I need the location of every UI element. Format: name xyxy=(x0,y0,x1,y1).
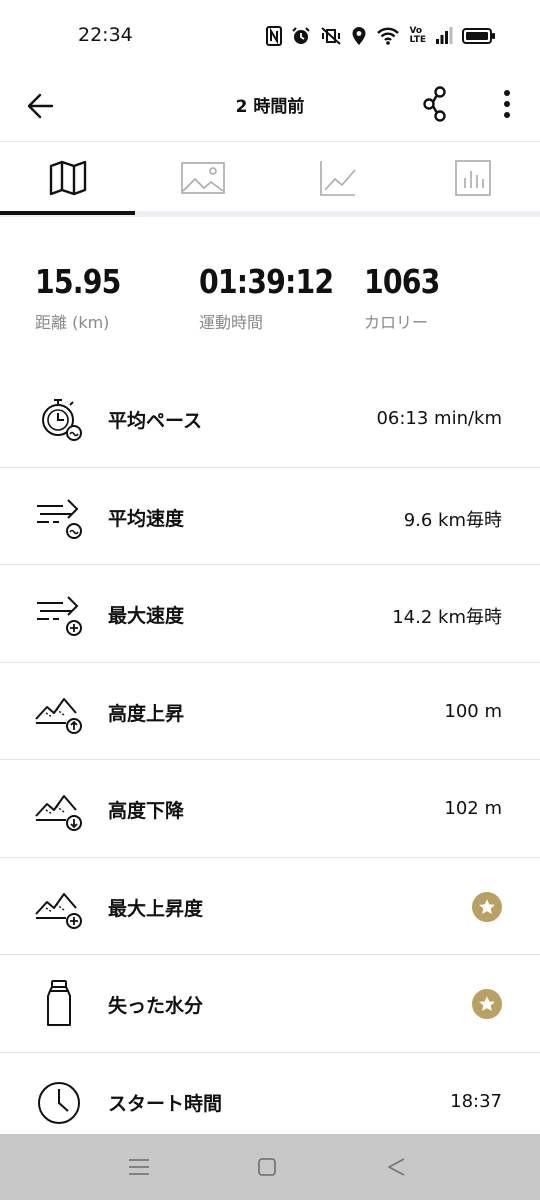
wifi-icon xyxy=(376,26,400,46)
menu-icon xyxy=(129,1159,149,1175)
page-title: 2 時間前 xyxy=(235,97,305,117)
map-icon xyxy=(49,160,86,196)
metric-label: 失った水分 xyxy=(108,995,204,1017)
battery-icon xyxy=(462,27,496,45)
signal-icon xyxy=(435,27,453,45)
share-icon xyxy=(423,86,446,122)
volte-icon: Vo LTE xyxy=(409,27,426,45)
status-bar: 22:34 Vo LTE xyxy=(0,0,540,72)
status-time: 22:34 xyxy=(78,24,133,46)
metric-value: 100 m xyxy=(444,700,502,722)
metric-label: 最大速度 xyxy=(108,605,185,627)
premium-badge[interactable] xyxy=(472,989,502,1019)
summary-duration: 01:39:12 運動時間 xyxy=(199,262,355,333)
metric-value: 06:13 min/km xyxy=(376,408,502,429)
volte-bottom-label: LTE xyxy=(409,35,426,45)
system-nav-bar xyxy=(0,1134,540,1200)
calories-value: 1063 xyxy=(364,262,440,301)
nav-menu-button[interactable] xyxy=(124,1154,154,1180)
elevation-up-icon xyxy=(35,697,82,734)
back-triangle-icon xyxy=(388,1158,405,1176)
list-item: 平均ペース 06:13 min/km xyxy=(0,370,540,468)
speed-max-icon xyxy=(37,596,82,636)
metric-label: 高度下降 xyxy=(108,800,185,822)
list-item: 高度上昇 100 m xyxy=(0,663,540,760)
premium-badge[interactable] xyxy=(472,891,502,922)
metric-label: 平均ペース xyxy=(108,410,203,432)
bar-chart-icon xyxy=(454,160,491,196)
list-item: 最大上昇度 xyxy=(0,858,540,955)
metric-value: 18:37 xyxy=(450,1090,502,1112)
tab-active-indicator xyxy=(0,211,135,215)
location-icon xyxy=(351,26,367,46)
summary-stats: 15.95 距離 (km) 01:39:12 運動時間 1063 カロリー xyxy=(0,262,540,342)
vibrate-icon xyxy=(320,26,342,46)
tab-map[interactable] xyxy=(0,143,135,213)
nav-back-button[interactable] xyxy=(382,1154,412,1180)
summary-distance: 15.95 距離 (km) xyxy=(35,262,134,333)
tab-stats[interactable] xyxy=(405,143,540,213)
tab-graph[interactable] xyxy=(270,143,405,213)
calories-label: カロリー xyxy=(364,313,429,332)
metric-label: 最大上昇度 xyxy=(108,897,204,920)
metric-value: 14.2 km毎時 xyxy=(392,607,502,628)
bottle-icon xyxy=(47,980,71,1026)
alarm-icon xyxy=(291,26,311,46)
nfc-icon xyxy=(266,26,283,46)
metrics-list: 平均ペース 06:13 min/km 平均速度 9.6 km毎時 最大速度 14… xyxy=(0,370,540,1150)
view-tabs xyxy=(0,143,540,217)
duration-label: 運動時間 xyxy=(199,313,264,332)
speed-average-icon xyxy=(37,498,82,539)
metric-value: 9.6 km毎時 xyxy=(403,509,502,531)
list-item: 高度下降 102 m xyxy=(0,760,540,858)
distance-value: 15.95 xyxy=(35,262,121,301)
line-chart-icon xyxy=(319,161,356,196)
elevation-max-icon xyxy=(35,892,82,929)
duration-value: 01:39:12 xyxy=(199,262,334,301)
status-icons: Vo LTE xyxy=(266,24,496,48)
app-header: 2 時間前 xyxy=(0,72,540,142)
metric-label: 高度上昇 xyxy=(108,702,185,725)
summary-calories: 1063 カロリー xyxy=(364,262,452,333)
star-badge-icon xyxy=(479,898,495,914)
nav-home-button[interactable] xyxy=(252,1154,282,1180)
clock-icon xyxy=(38,1081,80,1124)
home-square-icon xyxy=(258,1158,276,1176)
list-item: 最大速度 14.2 km毎時 xyxy=(0,565,540,663)
list-item: 平均速度 9.6 km毎時 xyxy=(0,468,540,565)
list-item: 失った水分 xyxy=(0,955,540,1053)
more-options-button[interactable] xyxy=(492,84,522,124)
metric-value: 102 m xyxy=(444,798,502,819)
image-icon xyxy=(180,162,225,194)
star-badge-icon xyxy=(479,996,495,1012)
elevation-down-icon xyxy=(35,795,82,831)
tab-photos[interactable] xyxy=(135,143,270,213)
metric-label: 平均速度 xyxy=(108,507,185,530)
more-vertical-icon xyxy=(504,90,510,118)
metric-label: スタート時間 xyxy=(108,1092,223,1115)
stopwatch-pace-icon xyxy=(42,399,82,441)
share-button[interactable] xyxy=(420,84,452,124)
distance-label: 距離 (km) xyxy=(35,313,110,332)
